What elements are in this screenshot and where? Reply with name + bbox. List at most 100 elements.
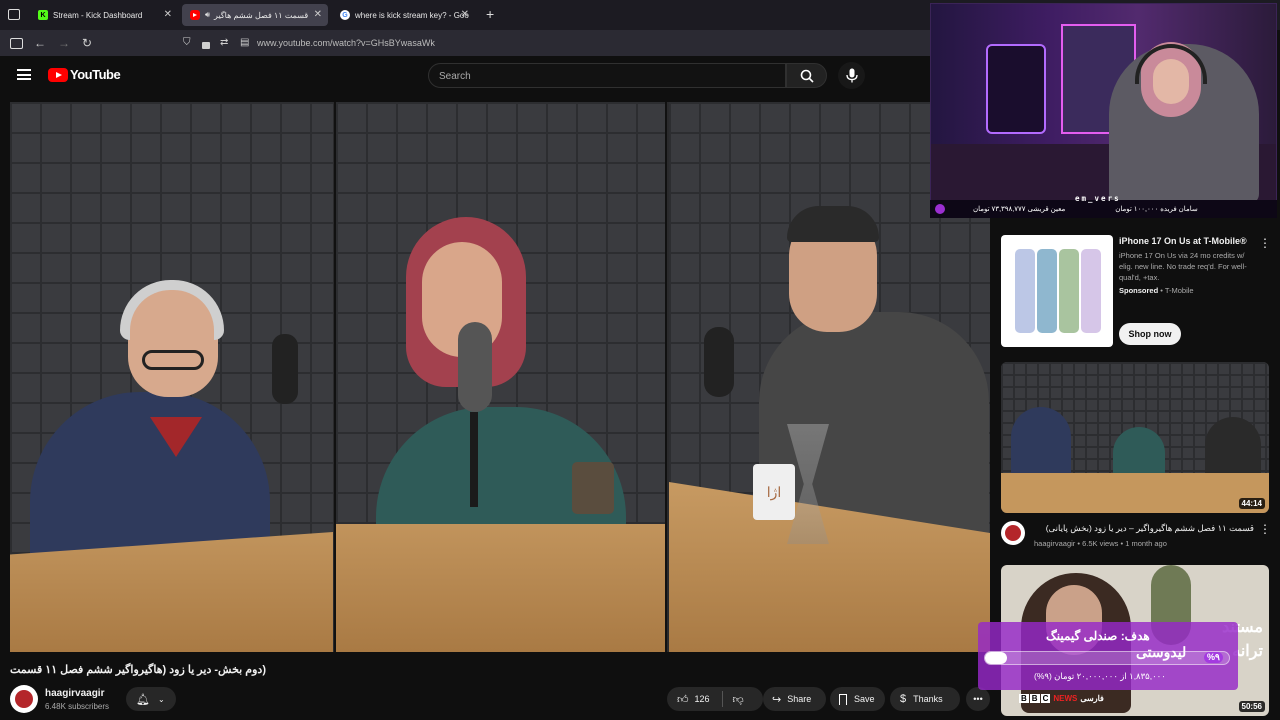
thumb-person bbox=[1205, 417, 1261, 479]
ticker-dot-icon bbox=[935, 204, 945, 214]
search-icon bbox=[800, 69, 814, 83]
lock-icon[interactable] bbox=[202, 42, 210, 49]
search-input[interactable] bbox=[439, 69, 769, 83]
video-title: (دوم بخش- دیر یا زود (هاگیرواگیر ششم فصل… bbox=[10, 664, 266, 676]
sidebar-toggle-icon[interactable] bbox=[10, 38, 23, 49]
save-button[interactable]: Save bbox=[830, 687, 885, 711]
microphone-center bbox=[458, 322, 492, 412]
microphone-icon bbox=[846, 68, 858, 83]
mug: اژا bbox=[753, 464, 795, 520]
notifications-button[interactable]: 🔔︎ ⌄ bbox=[126, 687, 176, 711]
subscriber-count: 6.48K subscribers bbox=[45, 702, 110, 711]
tab-google-search[interactable]: G where is kick stream key? - Goo ✕ bbox=[332, 4, 475, 26]
back-arrow-icon[interactable]: ← bbox=[34, 35, 46, 51]
bookmark-icon bbox=[839, 693, 847, 705]
phone-stand bbox=[572, 462, 614, 514]
tab-youtube-video[interactable]: 🔊︎ قسمت ۱۱ فصل ششم هاگیر ✕ bbox=[182, 4, 328, 26]
tab-label: قسمت ۱۱ فصل ششم هاگیر bbox=[214, 10, 309, 20]
firefox-view-icon[interactable] bbox=[8, 9, 20, 20]
red-scarf bbox=[150, 417, 202, 457]
goal-amount: ۱,۸۳۵,۰۰۰ از ۲۰,۰۰۰,۰۰۰ تومان (۹%) bbox=[1034, 671, 1166, 681]
url-field[interactable]: www.youtube.com/watch?v=GHsBYwasaWk bbox=[257, 38, 435, 48]
bbc-logo: B B C NEWS فارسی bbox=[1019, 694, 1104, 703]
ad-thumbnail[interactable] bbox=[1001, 235, 1113, 347]
ad-menu-icon[interactable]: ⋮ bbox=[1259, 237, 1271, 249]
sponsor-name: T-Mobile bbox=[1164, 286, 1194, 295]
close-tab-icon[interactable]: ✕ bbox=[461, 9, 469, 20]
search-button[interactable] bbox=[786, 63, 827, 88]
close-tab-icon[interactable]: ✕ bbox=[314, 9, 322, 20]
reader-icon[interactable]: ▤ bbox=[240, 35, 249, 51]
like-dislike-group: 👍︎ 126 👎︎ bbox=[667, 687, 763, 711]
view-count: 6.5K views bbox=[1082, 539, 1119, 548]
goal-title: هدف: صندلی گیمینگ bbox=[1046, 629, 1150, 643]
save-label: Save bbox=[854, 694, 875, 704]
pc-case bbox=[986, 44, 1046, 134]
share-icon: ↪ bbox=[772, 693, 782, 706]
thanks-button[interactable]: $ Thanks bbox=[890, 687, 960, 711]
sponsored-label: Sponsored bbox=[1119, 286, 1159, 295]
permissions-icon[interactable]: ⇄ bbox=[220, 35, 228, 51]
forward-arrow-icon[interactable]: → bbox=[58, 35, 70, 51]
man-right-hair bbox=[787, 206, 879, 242]
reload-icon[interactable]: ↻ bbox=[82, 35, 92, 51]
recommended-video-thumbnail[interactable]: 44:14 bbox=[1001, 362, 1269, 513]
glasses-icon bbox=[142, 350, 204, 370]
search-box bbox=[428, 63, 786, 88]
ad-description: iPhone 17 On Us via 24 mo credits w/ eli… bbox=[1119, 251, 1247, 282]
video-panel-middle bbox=[334, 102, 667, 652]
speaker-icon[interactable]: 🔊︎ bbox=[205, 10, 210, 20]
navigation-bar: ← → ↻ ⛉ ⇄ ▤ www.youtube.com/watch?v=GHsB… bbox=[0, 30, 930, 56]
more-actions-button[interactable]: ••• bbox=[966, 687, 990, 711]
mic-stand bbox=[470, 412, 478, 507]
more-horizontal-icon: ••• bbox=[973, 694, 983, 704]
streamer-name: em_vers bbox=[1075, 194, 1121, 203]
chevron-down-icon: ⌄ bbox=[157, 694, 165, 704]
phone-image bbox=[1015, 249, 1035, 333]
channel-avatar[interactable] bbox=[10, 685, 38, 713]
share-button[interactable]: ↪ Share bbox=[763, 687, 826, 711]
microphone-right bbox=[704, 327, 734, 397]
video-player[interactable]: اژا bbox=[10, 102, 990, 652]
upload-age: 1 month ago bbox=[1125, 539, 1167, 548]
shield-icon[interactable]: ⛉ bbox=[183, 35, 191, 51]
channel-name: haagirvaagir bbox=[1034, 539, 1076, 548]
google-icon: G bbox=[340, 10, 350, 20]
youtube-logo-text[interactable]: YouTube bbox=[70, 67, 121, 82]
microphone-left bbox=[272, 334, 298, 404]
thumbs-down-icon[interactable]: 👎︎ bbox=[733, 693, 744, 706]
donation-entry: معین قریشی ۷۳,۳۹۸,۷۷۷ تومان bbox=[973, 206, 1066, 213]
divider bbox=[721, 691, 723, 707]
bell-icon: 🔔︎ bbox=[136, 693, 150, 706]
video-panel-left bbox=[10, 102, 333, 652]
ad-title[interactable]: iPhone 17 On Us at T-Mobile® bbox=[1119, 236, 1247, 246]
thumb-desk bbox=[1001, 473, 1269, 513]
kick-icon: K bbox=[38, 10, 48, 20]
recommended-video-meta: haagirvaagir • 6.5K views • 1 month ago bbox=[1034, 539, 1167, 548]
phone-image bbox=[1059, 249, 1079, 333]
phone-image bbox=[1081, 249, 1101, 333]
share-label: Share bbox=[787, 694, 812, 704]
video-duration: 44:14 bbox=[1238, 498, 1265, 509]
new-tab-button[interactable]: + bbox=[486, 7, 494, 21]
like-button[interactable]: 👍︎ 126 bbox=[667, 693, 710, 706]
shop-now-button[interactable]: Shop now bbox=[1119, 323, 1181, 345]
voice-search-button[interactable] bbox=[838, 62, 865, 89]
hamburger-menu-icon[interactable] bbox=[17, 69, 31, 80]
channel-avatar[interactable] bbox=[1001, 521, 1025, 545]
goal-progress-fill bbox=[985, 652, 1007, 664]
youtube-logo-icon[interactable] bbox=[48, 68, 68, 82]
video-menu-icon[interactable]: ⋮ bbox=[1259, 523, 1271, 535]
tab-label: where is kick stream key? - Goo bbox=[355, 10, 469, 20]
ad-sponsor: Sponsored • T-Mobile bbox=[1119, 286, 1194, 295]
goal-progress-bar bbox=[984, 651, 1230, 665]
recommended-video-title[interactable]: قسمت ۱۱ فصل ششم هاگیرواگیر – دیر یا زود … bbox=[1034, 523, 1254, 534]
like-count: 126 bbox=[694, 694, 710, 704]
close-tab-icon[interactable]: ✕ bbox=[164, 9, 172, 20]
video-duration: 50:56 bbox=[1238, 701, 1265, 712]
phone-image bbox=[1037, 249, 1057, 333]
youtube-icon bbox=[190, 10, 200, 20]
channel-name[interactable]: haagirvaagir bbox=[45, 688, 104, 699]
streamer-webcam-overlay bbox=[930, 3, 1277, 218]
tab-kick-dashboard[interactable]: K Stream - Kick Dashboard ✕ bbox=[30, 4, 178, 26]
